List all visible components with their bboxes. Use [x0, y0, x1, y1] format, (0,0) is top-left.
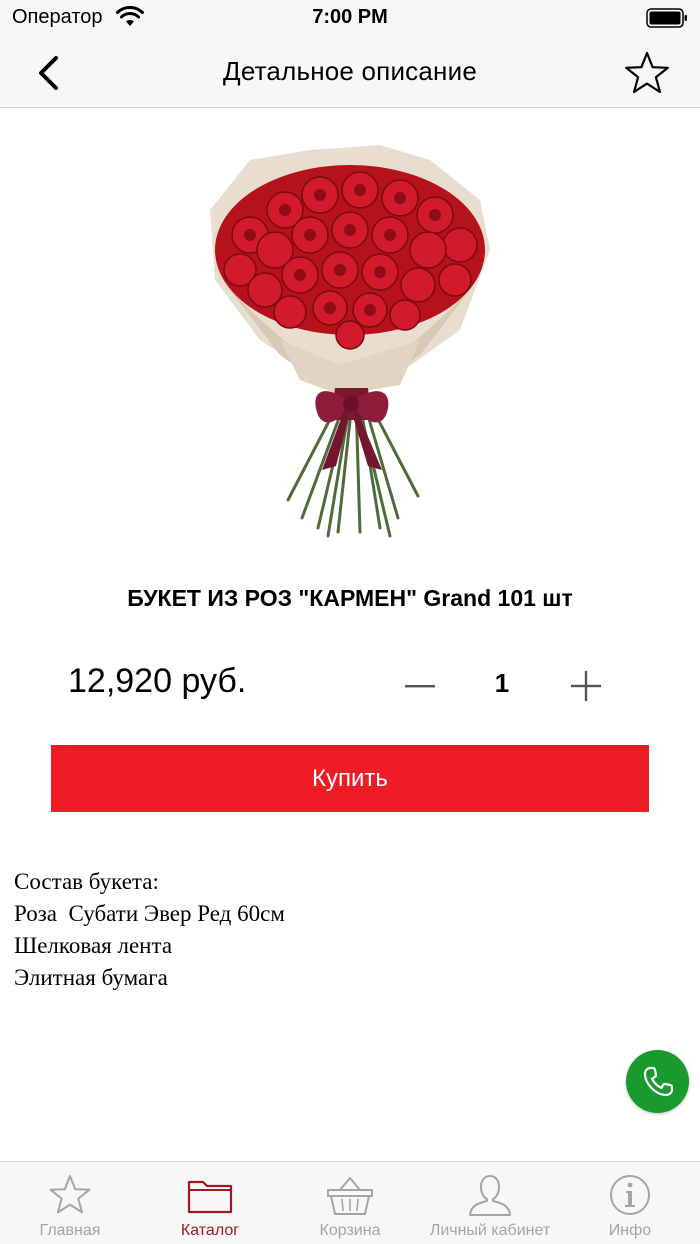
product-image	[210, 145, 490, 538]
chevron-left-icon	[39, 56, 58, 90]
tab-account[interactable]: Личный кабинет	[420, 1162, 560, 1244]
product-title: БУКЕТ ИЗ РОЗ "КАРМЕН" Grand 101 шт	[127, 585, 573, 611]
favorite-button[interactable]	[622, 48, 672, 98]
star-icon	[49, 1175, 91, 1214]
description-line: Состав букета:	[14, 869, 159, 894]
back-button[interactable]	[22, 50, 74, 96]
tab-label-cart: Корзина	[319, 1222, 381, 1239]
product-price: 12,920 руб.	[68, 662, 247, 700]
tab-catalog[interactable]: Каталог	[140, 1162, 280, 1244]
tab-label-account: Личный кабинет	[429, 1222, 551, 1239]
basket-icon	[327, 1176, 373, 1215]
tab-home[interactable]: Главная	[0, 1162, 140, 1244]
person-icon	[469, 1175, 511, 1216]
tab-bar: Главная Каталог Корзина Личный кабинет И…	[0, 1161, 700, 1244]
battery-icon	[646, 8, 687, 28]
call-button[interactable]	[626, 1050, 689, 1113]
status-bar: Оператор 7:00 PM	[0, 0, 700, 38]
quantity-value: 1	[494, 668, 510, 698]
product-description: Состав букета: Роза Субати Эвер Ред 60см…	[14, 866, 285, 994]
plus-icon	[571, 671, 601, 701]
description-line: Роза Субати Эвер Ред 60см	[14, 901, 285, 926]
tab-cart[interactable]: Корзина	[280, 1162, 420, 1244]
folder-icon	[187, 1180, 233, 1214]
tab-label-catalog: Каталог	[180, 1222, 240, 1239]
page-title: Детальное описание	[223, 56, 477, 86]
phone-icon	[643, 1066, 673, 1096]
quantity-increase-button[interactable]	[564, 664, 608, 708]
description-line: Шелковая лента	[14, 933, 173, 958]
status-time: 7:00 PM	[312, 6, 388, 28]
minus-icon	[405, 685, 435, 688]
tab-info[interactable]: Инфо	[560, 1162, 700, 1244]
star-outline-icon	[625, 51, 669, 94]
info-icon	[610, 1175, 650, 1215]
nav-bar: Детальное описание	[0, 38, 700, 108]
quantity-decrease-button[interactable]	[398, 664, 442, 708]
buy-button[interactable]: Купить	[51, 745, 649, 812]
description-line: Элитная бумага	[14, 965, 168, 990]
tab-label-info: Инфо	[608, 1222, 652, 1239]
tab-label-home: Главная	[39, 1222, 101, 1239]
